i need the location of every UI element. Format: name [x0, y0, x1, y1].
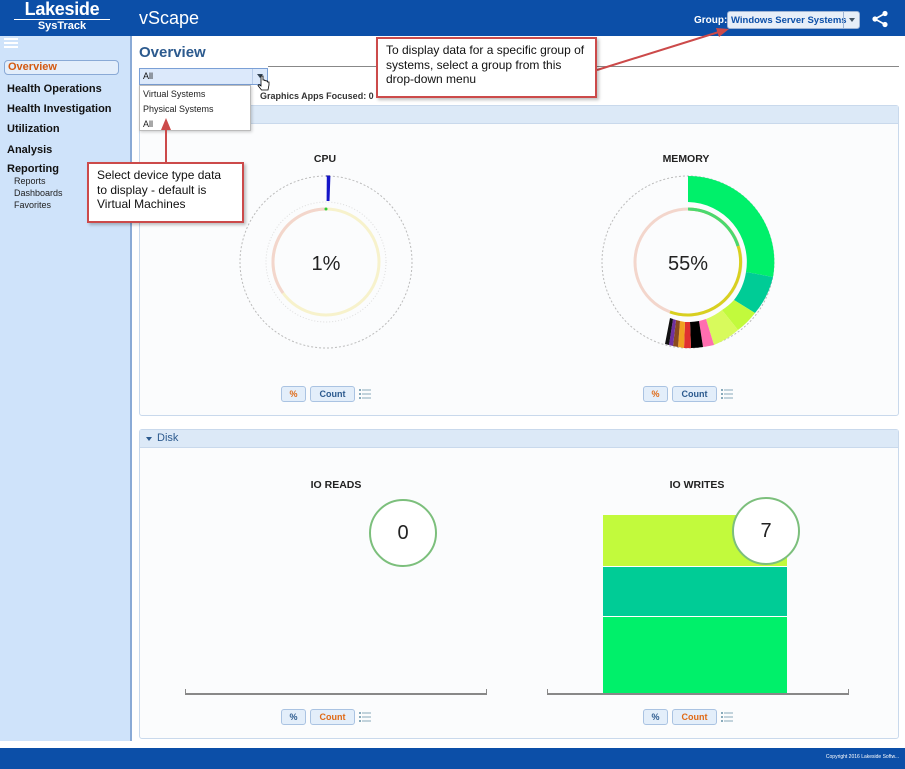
device-type-callout: Select device type data to display - def…: [87, 162, 244, 223]
group-callout: To display data for a specific group of …: [376, 37, 597, 98]
footer: Copyright 2016 Lakeside Softw...: [0, 748, 905, 769]
copyright: Copyright 2016 Lakeside Softw...: [825, 754, 899, 760]
callout-arrows: [161, 28, 729, 162]
